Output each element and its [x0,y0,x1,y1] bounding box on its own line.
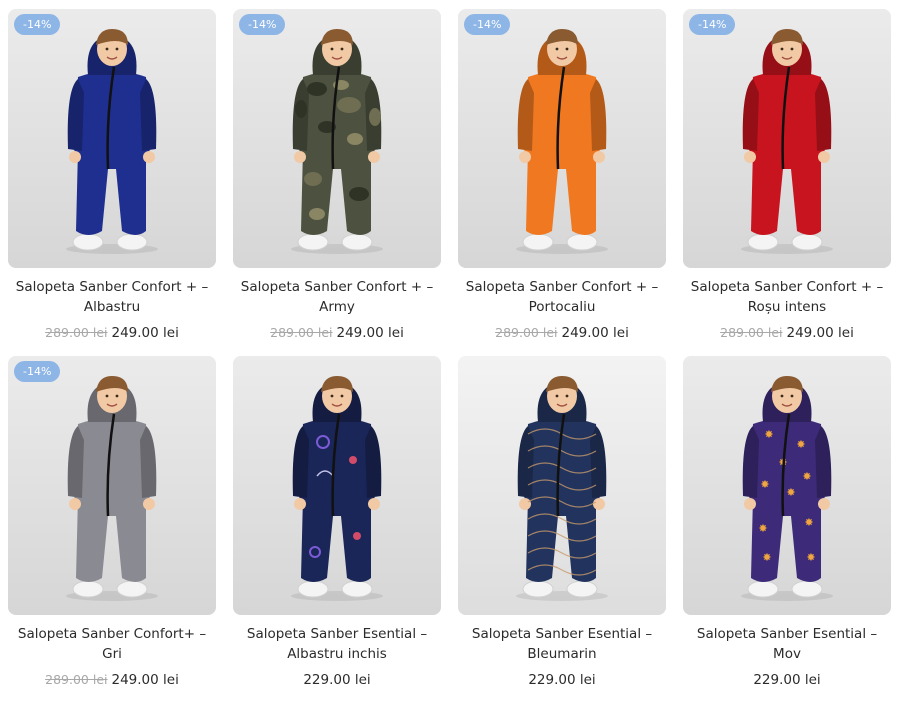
product-price: 289.00 lei 249.00 lei [8,324,216,342]
product-image[interactable] [233,356,441,615]
svg-text:✸: ✸ [796,438,805,451]
current-price: 249.00 lei [561,325,629,341]
old-price: 289.00 lei [45,672,108,687]
product-title[interactable]: Salopeta Sanber Confort + – Albastru [8,277,216,317]
product-image[interactable]: -14% [458,9,666,268]
product-illustration [458,356,666,615]
product-illustration [458,9,666,268]
old-price: 289.00 lei [45,325,108,340]
product-title[interactable]: Salopeta Sanber Esential – Albastru inch… [233,624,441,664]
product-image[interactable]: -14% [683,9,891,268]
svg-text:✸: ✸ [758,522,767,535]
product-card[interactable]: Salopeta Sanber Esential – Bleumarin 229… [458,356,666,703]
product-title[interactable]: Salopeta Sanber Esential – Mov [683,624,891,664]
svg-text:✸: ✸ [786,486,795,499]
current-price: 249.00 lei [336,325,404,341]
product-price: 229.00 lei [233,671,441,689]
product-price: 289.00 lei 249.00 lei [683,324,891,342]
product-card[interactable]: -14% Salopeta Sanber Confort + – Roșu in… [683,9,891,356]
product-price: 289.00 lei 249.00 lei [458,324,666,342]
product-card[interactable]: -14% Salopeta Sanber Confort+ – Gri 289.… [8,356,216,703]
discount-badge: -14% [239,14,286,35]
product-grid: -14% Salopeta Sanber Confort + – Albastr… [8,9,891,703]
product-card[interactable]: Salopeta Sanber Esential – Albastru inch… [233,356,441,703]
svg-text:✸: ✸ [762,551,771,564]
svg-text:✸: ✸ [806,551,815,564]
product-price: 289.00 lei 249.00 lei [233,324,441,342]
product-illustration [233,356,441,615]
discount-badge: -14% [689,14,736,35]
discount-badge: -14% [464,14,511,35]
svg-text:✸: ✸ [764,428,773,441]
product-image[interactable] [458,356,666,615]
product-image[interactable]: ✸ ✸ ✸ ✸ ✸ ✸ ✸ ✸ ✸ ✸ [683,356,891,615]
product-card[interactable]: ✸ ✸ ✸ ✸ ✸ ✸ ✸ ✸ ✸ ✸ Salopeta Sanber Esential – Mo… [683,356,891,703]
product-title[interactable]: Salopeta Sanber Confort + – Portocaliu [458,277,666,317]
current-price: 249.00 lei [111,325,179,341]
product-card[interactable]: -14% Salopeta Sanber Confort + – Albastr… [8,9,216,356]
product-illustration [233,9,441,268]
product-illustration: ✸✸✸✸✸✸ ✸✸ ✸✸ [683,356,891,615]
old-price: 289.00 lei [270,325,333,340]
product-illustration [8,9,216,268]
product-image[interactable]: -14% [8,9,216,268]
discount-badge: -14% [14,361,61,382]
product-image[interactable]: -14% [233,9,441,268]
product-card[interactable]: -14% Salopeta Sanber Confort + – Portoca… [458,9,666,356]
product-price: 229.00 lei [458,671,666,689]
svg-text:✸: ✸ [804,516,813,529]
current-price: 229.00 lei [753,672,821,688]
current-price: 229.00 lei [528,672,596,688]
svg-text:✸: ✸ [760,478,769,491]
old-price: 289.00 lei [720,325,783,340]
product-illustration [8,356,216,615]
product-title[interactable]: Salopeta Sanber Confort+ – Gri [8,624,216,664]
svg-text:✸: ✸ [802,470,811,483]
product-illustration [683,9,891,268]
product-image[interactable]: -14% [8,356,216,615]
discount-badge: -14% [14,14,61,35]
product-price: 289.00 lei 249.00 lei [8,671,216,689]
product-price: 229.00 lei [683,671,891,689]
old-price: 289.00 lei [495,325,558,340]
product-card[interactable]: -14% Salopeta Sanber Confort + – Army 28… [233,9,441,356]
current-price: 249.00 lei [786,325,854,341]
product-title[interactable]: Salopeta Sanber Confort + – Roșu intens [683,277,891,317]
product-title[interactable]: Salopeta Sanber Esential – Bleumarin [458,624,666,664]
product-title[interactable]: Salopeta Sanber Confort + – Army [233,277,441,317]
current-price: 229.00 lei [303,672,371,688]
current-price: 249.00 lei [111,672,179,688]
